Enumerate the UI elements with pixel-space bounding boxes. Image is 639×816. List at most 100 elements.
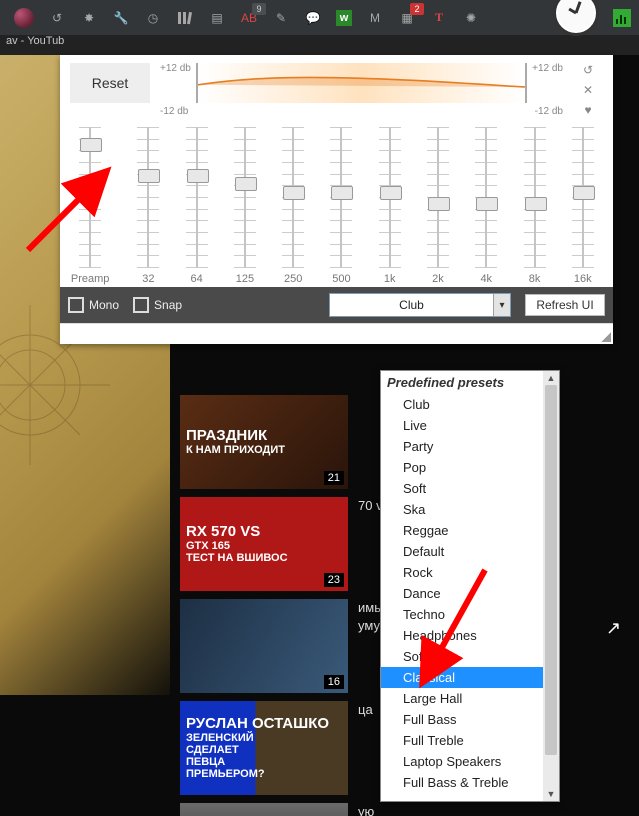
- ext-icon[interactable]: ▦2: [398, 9, 416, 27]
- scroll-up-icon[interactable]: ▲: [543, 371, 559, 385]
- t-icon[interactable]: T: [430, 9, 448, 27]
- preset-selected-label: Club: [330, 298, 493, 312]
- eq-footer-bar: Mono Snap Club ▾ Refresh UI: [60, 287, 613, 323]
- undo-icon[interactable]: ↺: [583, 63, 593, 77]
- scroll-down-icon[interactable]: ▼: [543, 787, 559, 801]
- preset-option[interactable]: Full Bass: [381, 709, 543, 730]
- db-label: +12 db: [532, 63, 563, 74]
- profile-avatar[interactable]: [14, 8, 34, 28]
- annotation-arrow-2: [415, 560, 515, 690]
- db-label: -12 db: [160, 106, 188, 117]
- band-label: 125: [236, 273, 254, 285]
- band-label: 1k: [384, 273, 396, 285]
- reader-icon[interactable]: ▤: [208, 9, 226, 27]
- video-duration: 21: [324, 471, 344, 485]
- band-label: 8k: [529, 273, 541, 285]
- panel-actions: ↺ ✕ ♥: [573, 63, 603, 117]
- slider-125: 125: [223, 127, 267, 285]
- browser-toolbar: ↺ ✸ 🔧 ◷ ▤ AB9 ✎ 💬 w M ▦2 T ✺: [0, 0, 639, 35]
- band-label: 32: [142, 273, 154, 285]
- favorite-icon[interactable]: ♥: [584, 103, 591, 117]
- video-duration: 16: [324, 675, 344, 689]
- preset-option[interactable]: Laptop Speakers: [381, 751, 543, 772]
- slider-thumb[interactable]: [187, 169, 209, 183]
- resize-handle[interactable]: [601, 332, 611, 342]
- preset-option[interactable]: Reggae: [381, 520, 543, 541]
- slider-thumb[interactable]: [80, 138, 102, 152]
- slider-thumb[interactable]: [573, 186, 595, 200]
- slider-64: 64: [175, 127, 219, 285]
- preset-option[interactable]: Soft: [381, 478, 543, 499]
- equalizer-panel: Reset +12 db +12 db -12 db -12 db ↺ ✕ ♥ …: [60, 55, 613, 344]
- band-label: 250: [284, 273, 302, 285]
- snap-checkbox[interactable]: Snap: [133, 297, 182, 313]
- slider-thumb[interactable]: [476, 197, 498, 211]
- db-label: +12 db: [160, 63, 191, 74]
- m-icon[interactable]: M: [366, 9, 384, 27]
- chevron-down-icon[interactable]: ▾: [493, 294, 510, 316]
- slider-16k: 16k: [561, 127, 605, 285]
- band-label: 64: [191, 273, 203, 285]
- video-duration: 23: [324, 573, 344, 587]
- band-label: 500: [332, 273, 350, 285]
- video-thumbnail[interactable]: ПРАЗДНИКК НАМ ПРИХОДИТ21: [180, 395, 348, 489]
- spellcheck-icon[interactable]: AB9: [240, 9, 258, 27]
- mono-checkbox[interactable]: Mono: [68, 297, 119, 313]
- reset-button[interactable]: Reset: [70, 63, 150, 103]
- slider-8k: 8k: [512, 127, 556, 285]
- slider-thumb[interactable]: [331, 186, 353, 200]
- slider-thumb[interactable]: [283, 186, 305, 200]
- brush-icon[interactable]: ✎: [272, 9, 290, 27]
- wrench-icon[interactable]: 🔧: [112, 9, 130, 27]
- db-label: -12 db: [535, 106, 563, 117]
- band-label: 16k: [574, 273, 592, 285]
- mouse-cursor-icon: ↖: [606, 618, 621, 639]
- slider-32: 32: [126, 127, 170, 285]
- burst-icon[interactable]: ✺: [462, 9, 480, 27]
- slider-thumb[interactable]: [138, 169, 160, 183]
- slider-thumb[interactable]: [380, 186, 402, 200]
- slider-thumb[interactable]: [235, 177, 257, 191]
- slider-thumb[interactable]: [428, 197, 450, 211]
- preset-option[interactable]: Party: [381, 436, 543, 457]
- slider-thumb[interactable]: [525, 197, 547, 211]
- preset-select[interactable]: Club ▾: [329, 293, 511, 317]
- slider-500: 500: [319, 127, 363, 285]
- slider-250: 250: [271, 127, 315, 285]
- badge: 9: [252, 3, 266, 15]
- preset-option[interactable]: Live: [381, 415, 543, 436]
- preset-option[interactable]: Pop: [381, 457, 543, 478]
- refresh-ui-button[interactable]: Refresh UI: [525, 294, 605, 316]
- band-label: Preamp: [71, 273, 110, 285]
- dropdown-scrollbar[interactable]: ▲ ▼: [543, 371, 559, 801]
- eq-ext-icon[interactable]: [613, 9, 631, 27]
- band-label: 2k: [432, 273, 444, 285]
- library-icon[interactable]: [176, 9, 194, 27]
- preset-option[interactable]: Full Bass & Treble: [381, 772, 543, 793]
- video-thumbnail[interactable]: 16: [180, 599, 348, 693]
- preset-option[interactable]: Full Treble: [381, 730, 543, 751]
- scroll-thumb[interactable]: [545, 385, 557, 755]
- clock-icon[interactable]: ◷: [144, 9, 162, 27]
- slider-1k: 1k: [368, 127, 412, 285]
- chat-icon[interactable]: 💬: [304, 9, 322, 27]
- badge: 2: [410, 3, 424, 15]
- preset-option[interactable]: Ska: [381, 499, 543, 520]
- video-thumbnail[interactable]: ОНА УТОНУЛПОДВОДНАЯ ЛОДКА КУРСК12:58: [180, 803, 348, 816]
- video-thumbnail[interactable]: РУСЛАН ОСТАШКОЗЕЛЕНСКИЙСДЕЛАЕТПЕВЦАПРЕМЬ…: [180, 701, 348, 795]
- history-icon[interactable]: ↺: [48, 9, 66, 27]
- band-label: 4k: [480, 273, 492, 285]
- preset-option[interactable]: Default: [381, 541, 543, 562]
- dropdown-header: Predefined presets: [381, 371, 543, 394]
- w-icon[interactable]: w: [336, 10, 352, 26]
- slider-4k: 4k: [464, 127, 508, 285]
- video-thumbnail[interactable]: RX 570 VSGTX 165ТЕСТ НА ВШИВОС23: [180, 497, 348, 591]
- video-meta: ую ТОВ о…Крамола✓699 тыс. просмотров: [358, 803, 610, 816]
- preset-option[interactable]: Large Hall: [381, 688, 543, 709]
- video-row[interactable]: ОНА УТОНУЛПОДВОДНАЯ ЛОДКА КУРСК12:58 ую Т…: [180, 803, 610, 816]
- preset-option[interactable]: Club: [381, 394, 543, 415]
- gear-icon[interactable]: ✸: [80, 9, 98, 27]
- panel-footer: [60, 323, 613, 344]
- close-icon[interactable]: ✕: [583, 83, 593, 97]
- sliders-row: Preamp 32 64 125 250 500 1k 2k 4k 8k 16k: [60, 121, 613, 287]
